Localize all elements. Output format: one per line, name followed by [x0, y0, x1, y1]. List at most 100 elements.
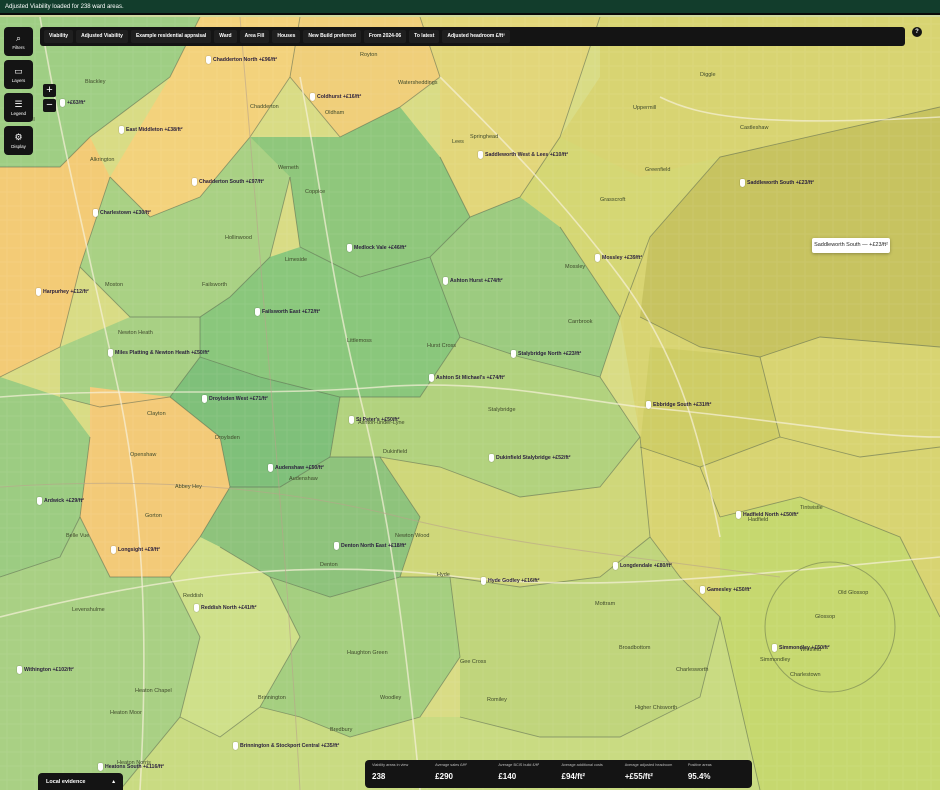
- place-label: Lees: [452, 139, 464, 145]
- ward-marker[interactable]: Saddleworth South +£23/ft²: [740, 179, 814, 187]
- zoom-in-button[interactable]: +: [43, 84, 56, 97]
- place-label: Chadderton: [250, 104, 279, 110]
- display-label: Display: [11, 143, 26, 149]
- chip-example-appraisal[interactable]: Example residential appraisal: [130, 30, 212, 43]
- stat-value: 95.4%: [687, 772, 711, 781]
- ward-label: Brinnington & Stockport Central +£35/ft²: [240, 743, 340, 749]
- ward-marker[interactable]: Ebbridge South +£31/ft²: [646, 401, 711, 409]
- ward-marker[interactable]: Reddish North +£41/ft²: [194, 604, 257, 612]
- place-label: Simmondley: [760, 657, 791, 663]
- ward-marker[interactable]: St Peter's +£50/ft²: [349, 416, 399, 424]
- ward-marker[interactable]: Dukinfield Stalybridge +£52/ft²: [489, 454, 571, 462]
- chip-area-fill[interactable]: Area Fill: [239, 30, 270, 43]
- place-label: Reddish: [183, 593, 204, 599]
- filters-button[interactable]: ⌕ Filters: [4, 27, 33, 56]
- ward-marker[interactable]: Charlestown +£30/ft²: [93, 209, 151, 217]
- place-label: Belle Vue: [66, 533, 90, 539]
- place-label: Newton Heath: [118, 330, 153, 336]
- ward-marker[interactable]: East Middleton +£38/ft²: [119, 126, 183, 134]
- legend-button[interactable]: ☰ Legend: [4, 93, 33, 122]
- ward-marker[interactable]: Ashton St Michael's +£74/ft²: [429, 374, 505, 382]
- ward-marker[interactable]: Hadfield North +£50/ft²: [736, 511, 799, 519]
- ward-marker[interactable]: Hyde Godley +£16/ft²: [481, 577, 539, 585]
- stat-value: +£55/ft²: [624, 772, 653, 781]
- map-pin-icon: [233, 742, 238, 750]
- ward-label: Harpurhey +£12/ft²: [43, 289, 89, 295]
- map-pin-icon: [736, 511, 741, 519]
- chip-houses[interactable]: Houses: [272, 30, 301, 43]
- place-label: Failsworth: [202, 282, 228, 288]
- ward-label: Ebbridge South +£31/ft²: [653, 402, 712, 408]
- ward-marker[interactable]: Longdendale +£80/ft²: [613, 562, 672, 570]
- place-label: Tintwistle: [800, 505, 823, 511]
- place-label: Glossop: [815, 614, 836, 620]
- legend-label: Legend: [10, 110, 27, 116]
- ward-marker[interactable]: Coldhurst +£16/ft²: [310, 93, 361, 101]
- ward-marker[interactable]: Withington +£102/ft²: [17, 666, 74, 674]
- ward-marker[interactable]: Mossley +£39/ft²: [595, 254, 642, 262]
- ward-marker[interactable]: Miles Platting & Newton Heath +£50/ft²: [108, 349, 209, 357]
- chip-new-build[interactable]: New Build preferred: [303, 30, 361, 43]
- place-label: Brinnington: [258, 695, 286, 701]
- ward-label: Dukinfield Stalybridge +£52/ft²: [496, 455, 571, 461]
- ward-marker[interactable]: Saddleworth West & Lees +£10/ft²: [478, 151, 568, 159]
- ward-marker[interactable]: Harpurhey +£12/ft²: [36, 288, 89, 296]
- ward-marker[interactable]: Droylsden West +£71/ft²: [202, 395, 268, 403]
- ward-marker[interactable]: Medlock Vale +£46/ft²: [347, 244, 406, 252]
- place-label: Openshaw: [130, 452, 157, 458]
- ward-marker[interactable]: Simmondley +£50/ft²: [772, 644, 830, 652]
- stat-label: Viability areas in view: [372, 763, 409, 767]
- ward-marker[interactable]: Failsworth East +£72/ft²: [255, 308, 320, 316]
- status-bar: Adjusted Viability loaded for 238 ward a…: [0, 0, 940, 15]
- ward-marker[interactable]: Ashton Hurst +£74/ft²: [443, 277, 503, 285]
- ward-marker[interactable]: Audenshaw +£50/ft²: [268, 464, 324, 472]
- stat-label: Positive areas: [687, 763, 712, 767]
- place-label: Moston: [105, 282, 124, 288]
- ward-label: Droylsden West +£71/ft²: [209, 396, 268, 402]
- ward-marker[interactable]: Longsight +£9/ft²: [111, 546, 160, 554]
- ward-marker[interactable]: Chadderton North +£96/ft²: [206, 56, 277, 64]
- ward-marker[interactable]: Brinnington & Stockport Central +£35/ft²: [233, 742, 339, 750]
- ward-marker[interactable]: Denton North East +£18/ft²: [334, 542, 406, 550]
- place-label: Denton: [320, 562, 338, 568]
- ward-label: East Middleton +£38/ft²: [126, 127, 183, 133]
- place-label: Levenshulme: [72, 607, 105, 613]
- stat-headroom: Average adjusted headroom +£55/ft²: [622, 763, 685, 785]
- layers-button[interactable]: ▭ Layers: [4, 60, 33, 89]
- display-button[interactable]: ⚙ Display: [4, 126, 33, 155]
- place-label: Hurst Cross: [427, 343, 457, 349]
- place-label: Greenfield: [645, 167, 671, 173]
- map-pin-icon: [334, 542, 339, 550]
- map-canvas[interactable]: Chadderton Oldham Royton Lees Springhead…: [0, 17, 940, 790]
- help-button[interactable]: ?: [912, 27, 922, 37]
- place-label: Dukinfield: [383, 449, 408, 455]
- ward-label: Chadderton North +£96/ft²: [213, 57, 278, 63]
- ward-marker[interactable]: Stalybridge North +£23/ft²: [511, 350, 581, 358]
- ward-label: Stalybridge North +£23/ft²: [518, 351, 582, 357]
- map-pin-icon: [108, 349, 113, 357]
- chip-to-date[interactable]: To latest: [409, 30, 440, 43]
- place-label: Werneth: [278, 165, 299, 171]
- ward-marker[interactable]: Heatons South +£116/ft²: [98, 763, 164, 771]
- local-evidence-label: Local evidence: [46, 778, 86, 785]
- chip-from-date[interactable]: From 2024-06: [363, 30, 407, 43]
- zoom-out-button[interactable]: −: [43, 99, 56, 112]
- chip-viability[interactable]: Viability: [44, 30, 74, 43]
- local-evidence-toggle[interactable]: Local evidence ▴: [38, 773, 123, 790]
- place-label: Audenshaw: [289, 476, 318, 482]
- map-pin-icon: [595, 254, 600, 262]
- ward-marker[interactable]: Gamesley +£50/ft²: [700, 586, 751, 594]
- chip-headroom-metric[interactable]: Adjusted headroom £/ft²: [442, 30, 510, 43]
- ward-marker[interactable]: Ardwick +£29/ft²: [37, 497, 84, 505]
- map-pin-icon: [310, 93, 315, 101]
- place-label: Heaton Chapel: [135, 688, 172, 694]
- chip-ward[interactable]: Ward: [214, 30, 237, 43]
- map-pin-icon: [37, 497, 42, 505]
- list-icon: ☰: [14, 98, 23, 109]
- ward-marker[interactable]: +£63/ft²: [60, 99, 85, 107]
- ward-marker[interactable]: Chadderton South +£97/ft²: [192, 178, 264, 186]
- ward-label: Medlock Vale +£46/ft²: [354, 245, 407, 251]
- chip-adjusted-viability[interactable]: Adjusted Viability: [76, 30, 128, 43]
- place-label: Watersheddings: [398, 80, 438, 86]
- ward-label: Simmondley +£50/ft²: [779, 645, 830, 651]
